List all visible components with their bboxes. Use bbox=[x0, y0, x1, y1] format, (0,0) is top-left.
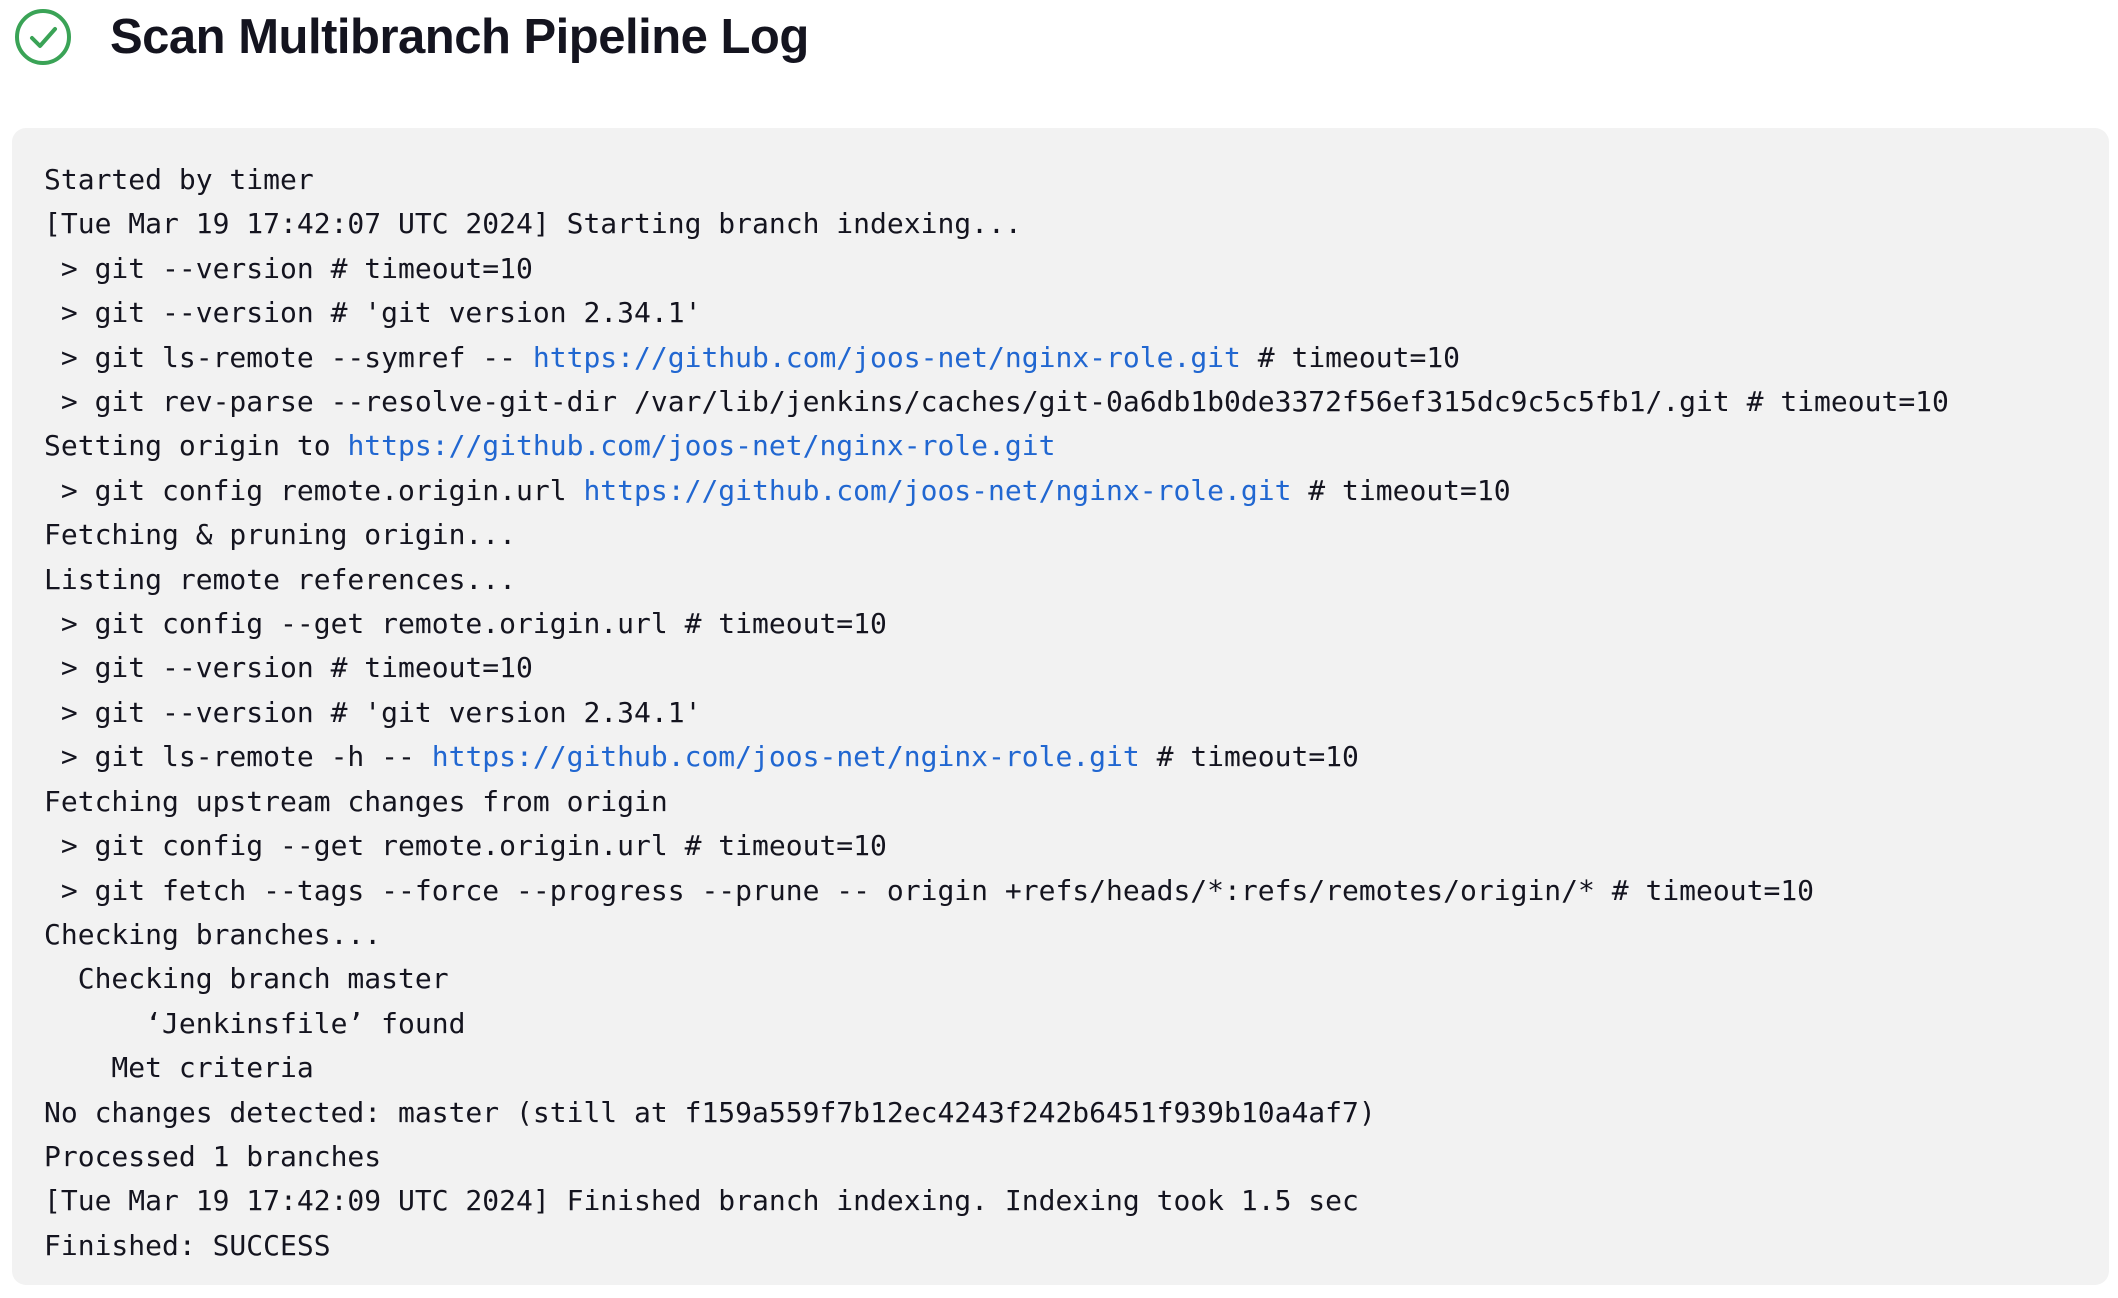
log-text: > git --version # 'git version 2.34.1' bbox=[44, 695, 702, 729]
log-line: [Tue Mar 19 17:42:07 UTC 2024] Starting … bbox=[44, 202, 2077, 246]
log-text: Fetching & pruning origin... bbox=[44, 518, 517, 552]
log-text: Started by timer bbox=[44, 163, 314, 196]
log-line: No changes detected: master (still at f1… bbox=[44, 1091, 2077, 1135]
log-text: > git ls-remote --symref -- bbox=[44, 340, 533, 374]
log-line: > git --version # timeout=10 bbox=[44, 247, 2077, 291]
log-line: > git config --get remote.origin.url # t… bbox=[44, 824, 2077, 868]
log-link[interactable]: https://github.com/joos-net/nginx-role.g… bbox=[432, 740, 1140, 773]
log-text: > git config --get remote.origin.url # t… bbox=[44, 829, 887, 863]
log-line: [Tue Mar 19 17:42:09 UTC 2024] Finished … bbox=[44, 1179, 2077, 1223]
log-text: Finished: SUCCESS bbox=[44, 1228, 331, 1262]
console-output: Started by timer [Tue Mar 19 17:42:07 UTC… bbox=[44, 158, 2077, 1268]
check-circle-icon bbox=[15, 9, 71, 65]
log-line: Checking branches... bbox=[44, 913, 2077, 957]
log-text: > git --version # 'git version 2.34.1' bbox=[44, 296, 702, 330]
log-line: Checking branch master bbox=[44, 957, 2077, 1001]
log-text: > git rev-parse --resolve-git-dir /var/l… bbox=[44, 385, 1949, 419]
log-text: ‘Jenkinsfile’ found bbox=[44, 1006, 466, 1040]
log-text: Processed 1 branches bbox=[44, 1139, 382, 1173]
log-line: Processed 1 branches bbox=[44, 1135, 2077, 1179]
log-text: > git config remote.origin.url bbox=[44, 473, 584, 507]
log-line: Started by timer bbox=[44, 158, 2077, 202]
log-text: Fetching upstream changes from origin bbox=[44, 784, 668, 818]
page-header: Scan Multibranch Pipeline Log bbox=[14, 6, 809, 68]
log-text: Met criteria bbox=[44, 1051, 314, 1085]
log-line: ‘Jenkinsfile’ found bbox=[44, 1002, 2077, 1046]
log-text: # timeout=10 bbox=[1139, 740, 1359, 774]
console-output-panel: Started by timer [Tue Mar 19 17:42:07 UTC… bbox=[12, 128, 2109, 1285]
log-line: > git --version # 'git version 2.34.1' bbox=[44, 291, 2077, 335]
log-line: Fetching & pruning origin... bbox=[44, 513, 2077, 557]
log-line: > git --version # 'git version 2.34.1' bbox=[44, 691, 2077, 735]
log-text: [Tue Mar 19 17:42:07 UTC 2024] Starting … bbox=[44, 207, 1022, 241]
log-text: > git fetch --tags --force --progress --… bbox=[44, 873, 1815, 907]
log-text: Checking branches... bbox=[44, 917, 382, 951]
log-line: Setting origin to https://github.com/joo… bbox=[44, 424, 2077, 468]
log-line: > git ls-remote --symref -- https://gith… bbox=[44, 336, 2077, 380]
page-title: Scan Multibranch Pipeline Log bbox=[110, 9, 809, 64]
log-text: > git --version # timeout=10 bbox=[44, 251, 533, 285]
log-line: > git config remote.origin.url https://g… bbox=[44, 469, 2077, 513]
log-line: Met criteria bbox=[44, 1046, 2077, 1090]
log-line: > git rev-parse --resolve-git-dir /var/l… bbox=[44, 380, 2077, 424]
log-line: Finished: SUCCESS bbox=[44, 1224, 2077, 1268]
log-text: Setting origin to bbox=[44, 429, 348, 463]
log-line: > git ls-remote -h -- https://github.com… bbox=[44, 735, 2077, 779]
log-line: > git --version # timeout=10 bbox=[44, 646, 2077, 690]
log-text: # timeout=10 bbox=[1240, 340, 1461, 374]
log-text: Listing remote references... bbox=[44, 562, 517, 596]
log-text: > git ls-remote -h -- bbox=[44, 740, 432, 774]
log-line: Fetching upstream changes from origin bbox=[44, 780, 2077, 824]
log-text: > git config --get remote.origin.url # t… bbox=[44, 607, 887, 641]
log-link[interactable]: https://github.com/joos-net/nginx-role.g… bbox=[533, 341, 1241, 374]
log-text: Checking branch master bbox=[44, 962, 449, 996]
log-text: No changes detected: master (still at f1… bbox=[44, 1095, 1376, 1129]
log-line: Listing remote references... bbox=[44, 558, 2077, 602]
log-link[interactable]: https://github.com/joos-net/nginx-role.g… bbox=[583, 474, 1291, 507]
log-line: > git config --get remote.origin.url # t… bbox=[44, 602, 2077, 646]
log-text: [Tue Mar 19 17:42:09 UTC 2024] Finished … bbox=[44, 1184, 1359, 1218]
log-line: > git fetch --tags --force --progress --… bbox=[44, 869, 2077, 913]
log-link[interactable]: https://github.com/joos-net/nginx-role.g… bbox=[347, 429, 1055, 462]
log-text: > git --version # timeout=10 bbox=[44, 651, 533, 685]
log-text: # timeout=10 bbox=[1291, 473, 1511, 507]
